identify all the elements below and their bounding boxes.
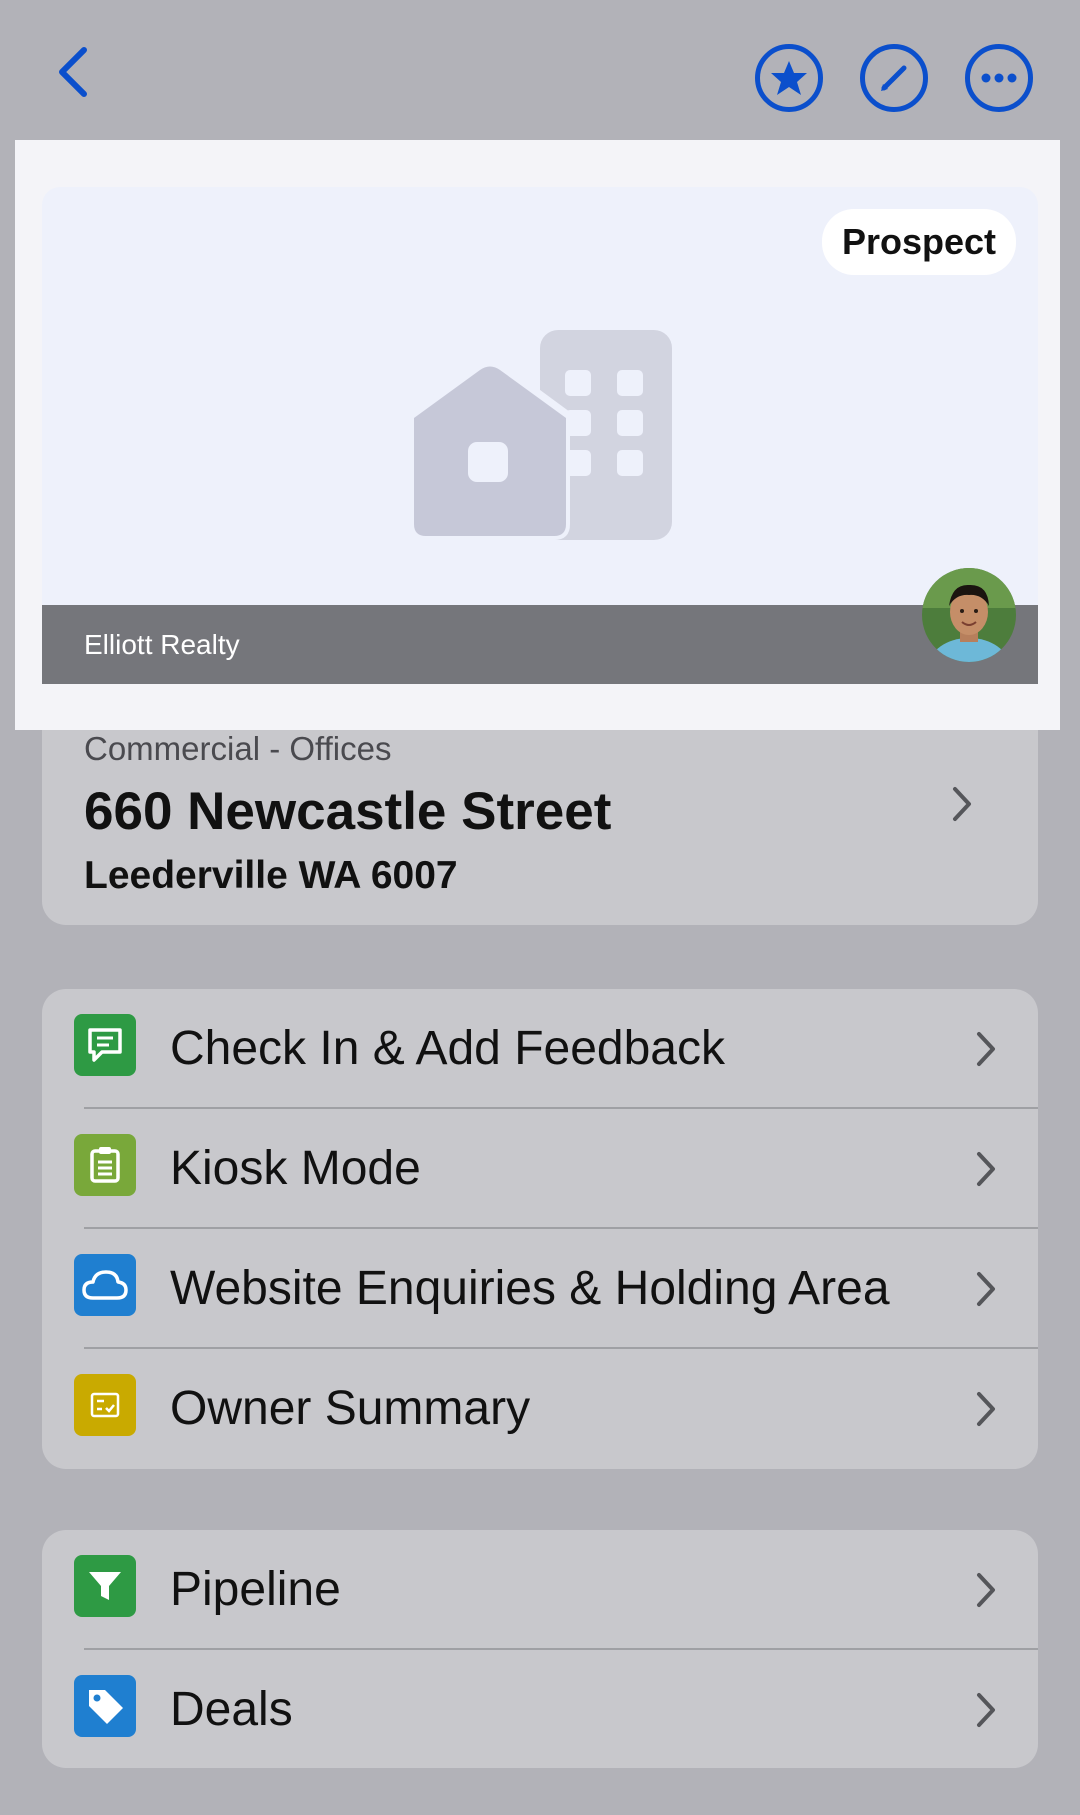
cloud-icon (74, 1254, 136, 1316)
clipboard-icon (74, 1134, 136, 1196)
ellipsis-icon (981, 73, 1017, 83)
edit-button[interactable] (860, 44, 928, 112)
pipeline-row[interactable]: Pipeline (42, 1530, 1038, 1650)
checklist-icon (74, 1374, 136, 1436)
chevron-right-icon (977, 1392, 995, 1426)
chat-feedback-icon (74, 1014, 136, 1076)
tag-icon (74, 1675, 136, 1737)
row-label: Kiosk Mode (170, 1142, 421, 1195)
property-hero-image[interactable]: Prospect Elliott Realty (42, 187, 1038, 684)
property-category: Commercial - Offices (84, 730, 392, 767)
check-in-feedback-row[interactable]: Check In & Add Feedback (42, 989, 1038, 1109)
favorite-button[interactable] (755, 44, 823, 112)
deals-row[interactable]: Deals (42, 1650, 1038, 1768)
hero-bottom-strip (42, 684, 1038, 730)
chevron-right-icon (977, 1032, 995, 1066)
navigation-bar (0, 0, 1080, 140)
agent-photo (922, 568, 1016, 662)
property-street: 660 Newcastle Street (84, 782, 612, 841)
owner-summary-row[interactable]: Owner Summary (42, 1349, 1038, 1469)
chevron-right-icon (977, 1272, 995, 1306)
row-label: Check In & Add Feedback (170, 1022, 725, 1075)
chevron-right-icon (977, 1693, 995, 1727)
row-label: Pipeline (170, 1563, 341, 1616)
chevron-right-icon (977, 1573, 995, 1607)
kiosk-mode-row[interactable]: Kiosk Mode (42, 1109, 1038, 1229)
property-placeholder-icon (410, 330, 672, 540)
agency-bar: Elliott Realty (42, 605, 1038, 684)
star-icon (771, 61, 807, 95)
funnel-icon (74, 1555, 136, 1617)
row-label: Owner Summary (170, 1382, 531, 1435)
row-label: Website Enquiries & Holding Area (170, 1262, 890, 1315)
listing-actions-group: Check In & Add Feedback Kiosk Mode Websi… (42, 989, 1038, 1469)
more-button[interactable] (965, 44, 1033, 112)
sales-actions-group: Pipeline Deals (42, 1530, 1038, 1768)
back-button[interactable] (50, 42, 98, 102)
row-label: Deals (170, 1683, 293, 1736)
agency-name: Elliott Realty (84, 628, 240, 660)
chevron-right-icon (953, 787, 971, 821)
website-enquiries-row[interactable]: Website Enquiries & Holding Area (42, 1229, 1038, 1349)
property-suburb: Leederville WA 6007 (84, 854, 458, 897)
chevron-left-icon (59, 47, 87, 97)
status-badge: Prospect (821, 209, 1016, 275)
pencil-icon (881, 65, 907, 91)
chevron-right-icon (977, 1152, 995, 1186)
agent-avatar[interactable] (922, 568, 1016, 662)
